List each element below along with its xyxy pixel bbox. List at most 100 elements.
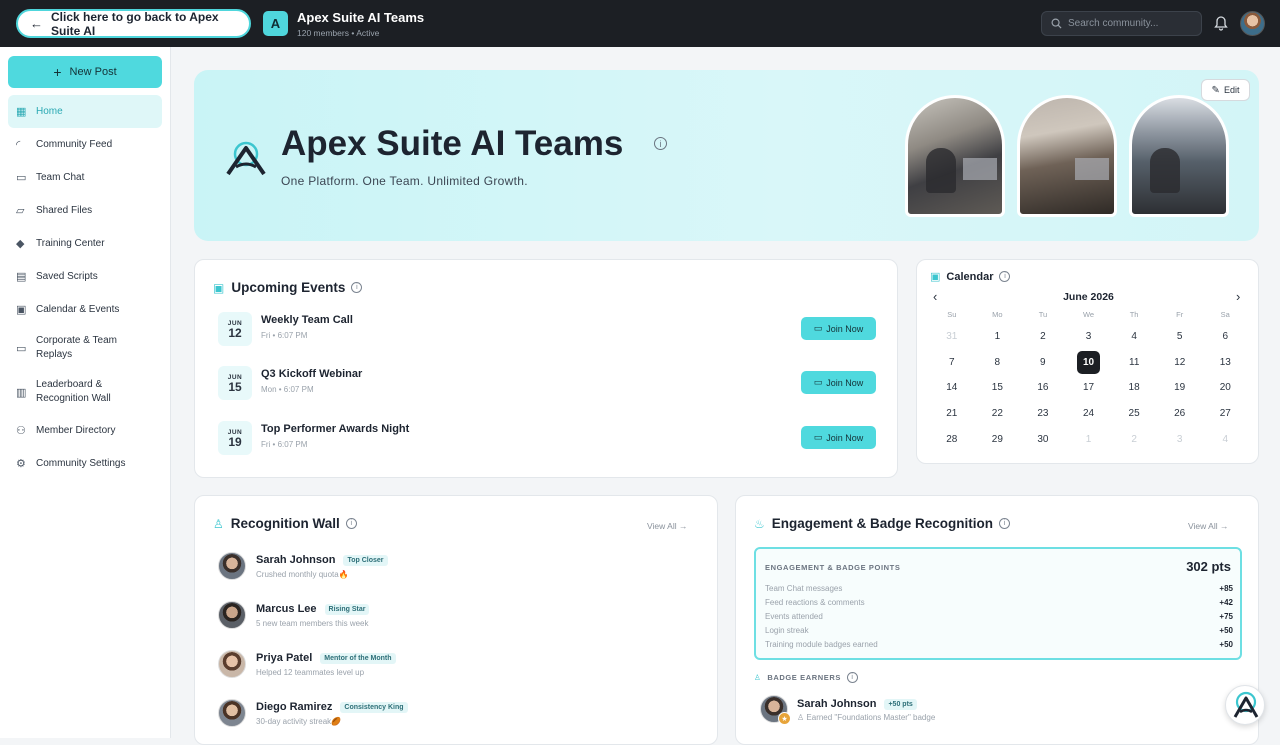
award-icon: ♙ — [797, 713, 805, 722]
points-panel: ENGAGEMENT & BADGE POINTS 302 pts Team C… — [754, 547, 1242, 660]
calendar-day[interactable]: 3 — [1066, 331, 1112, 342]
calendar-day[interactable]: 7 — [929, 357, 975, 368]
points-value: +50 — [1219, 626, 1233, 635]
calendar-day[interactable]: 11 — [1112, 357, 1158, 368]
calendar-day[interactable]: 19 — [1157, 382, 1203, 393]
points-row: Team Chat messages +85 — [765, 584, 1233, 598]
info-icon[interactable]: i — [654, 137, 667, 150]
calendar-day[interactable]: 6 — [1202, 331, 1248, 342]
bell-icon[interactable] — [1214, 15, 1228, 31]
folder-icon: ▱ — [16, 205, 25, 217]
calendar-day[interactable]: 1 — [1066, 434, 1112, 445]
join-now-button[interactable]: ▭ Join Now — [801, 371, 876, 394]
chevron-right-icon[interactable]: › — [1236, 289, 1240, 304]
calendar-day[interactable]: 4 — [1202, 434, 1248, 445]
sidebar-item-community-feed[interactable]: ◜ Community Feed — [8, 128, 162, 161]
sidebar-item-label: Leaderboard & Recognition Wall — [36, 379, 111, 404]
sidebar-item-calendar-events[interactable]: ▣ Calendar & Events — [8, 293, 162, 326]
event-time: Fri • 6:07 PM — [261, 440, 308, 449]
info-icon[interactable]: i — [846, 672, 858, 683]
rss-icon: ◜ — [16, 139, 21, 151]
calendar-day[interactable]: 25 — [1111, 408, 1157, 419]
calendar-weeks: 31 1 2 3 4 5 6 7 8 9 10 11 12 13 14 15 16 17 18 19 20 21 22 23 2… — [929, 324, 1248, 452]
sidebar-item-community-settings[interactable]: ⚙ Community Settings — [8, 447, 162, 480]
member-name: Marcus Lee Rising Star — [256, 603, 370, 615]
points-row: Feed reactions & comments +42 — [765, 598, 1233, 612]
calendar-day[interactable]: 29 — [975, 434, 1021, 445]
message-square-icon: ▤ — [16, 271, 27, 283]
video-icon: ▭ — [813, 377, 823, 387]
calendar-day[interactable]: 20 — [1202, 382, 1248, 393]
calendar-day[interactable]: 30 — [1020, 434, 1066, 445]
calendar-day[interactable]: 18 — [1111, 382, 1157, 393]
sidebar-item-shared-files[interactable]: ▱ Shared Files — [8, 194, 162, 227]
upcoming-events-card: ▣ Upcoming Events i JUN 12 Weekly Team Ca… — [194, 259, 898, 478]
calendar-day[interactable]: 24 — [1066, 408, 1112, 419]
calendar-day[interactable]: 13 — [1203, 357, 1249, 368]
points-row: Events attended +75 — [765, 612, 1233, 626]
edit-button[interactable]: ✎ Edit — [1201, 79, 1250, 101]
calendar-day[interactable]: 28 — [929, 434, 975, 445]
calendar-day[interactable]: 2 — [1111, 434, 1157, 445]
calendar-day[interactable]: 23 — [1020, 408, 1066, 419]
event-date: JUN 12 — [218, 312, 252, 346]
hero-banner: Apex Suite AI Teams i One Platform. One … — [194, 70, 1259, 241]
calendar-day[interactable]: 2 — [1020, 331, 1066, 342]
recognition-note: 30-day activity streak🏉 — [256, 717, 342, 726]
calendar-day[interactable]: 26 — [1157, 408, 1203, 419]
apex-assistant-button[interactable] — [1225, 685, 1265, 725]
sidebar-item-member-directory[interactable]: ⚇ Member Directory — [8, 414, 162, 447]
join-now-button[interactable]: ▭ Join Now — [801, 317, 876, 340]
sidebar-item-saved-scripts[interactable]: ▤ Saved Scripts — [8, 260, 162, 293]
calendar-day[interactable]: 27 — [1202, 408, 1248, 419]
points-label: Team Chat messages — [765, 584, 843, 593]
calendar-day[interactable]: 4 — [1111, 331, 1157, 342]
new-post-button[interactable]: + New Post — [8, 56, 162, 88]
earner-note-text: Earned "Foundations Master" badge — [806, 713, 936, 722]
recognition-tag: Top Closer — [343, 554, 388, 566]
sidebar-item-label: Member Directory — [36, 424, 116, 436]
sidebar-item-training-center[interactable]: ◆ Training Center — [8, 227, 162, 260]
info-icon[interactable]: i — [999, 518, 1011, 529]
calendar-day[interactable]: 3 — [1157, 434, 1203, 445]
calendar-day[interactable]: 5 — [1157, 331, 1203, 342]
sidebar-item-replays[interactable]: ▭ Corporate & Team Replays — [8, 326, 162, 370]
join-now-button[interactable]: ▭ Join Now — [801, 426, 876, 449]
calendar-day[interactable]: 17 — [1066, 382, 1112, 393]
calendar-day[interactable]: 14 — [929, 382, 975, 393]
pencil-icon: ✎ — [1211, 84, 1220, 96]
bar-chart-icon: ▥ — [16, 386, 27, 399]
view-all-link[interactable]: View All → — [1188, 521, 1228, 531]
search-box[interactable] — [1041, 11, 1202, 36]
calendar-day-selected[interactable]: 10 — [1077, 350, 1100, 374]
calendar-day[interactable]: 31 — [929, 331, 975, 342]
search-icon — [1051, 18, 1062, 29]
calendar-day[interactable]: 16 — [1020, 382, 1066, 393]
view-all-link[interactable]: View All → — [647, 521, 687, 531]
weekday-label: We — [1082, 310, 1095, 319]
hero-photo-2 — [1017, 95, 1117, 217]
info-icon[interactable]: i — [351, 282, 363, 293]
engagement-card: ♨ Engagement & Badge Recognition i View … — [735, 495, 1259, 745]
arrow-right-icon: → — [1219, 521, 1229, 531]
sidebar-item-team-chat[interactable]: ▭ Team Chat — [8, 161, 162, 194]
calendar-day[interactable]: 9 — [1020, 357, 1066, 368]
member-name-text: Diego Ramirez — [256, 701, 333, 713]
user-avatar[interactable] — [1240, 11, 1265, 36]
calendar-day[interactable]: 12 — [1157, 357, 1203, 368]
calendar-day[interactable]: 8 — [975, 357, 1021, 368]
recognition-title: Recognition Wall — [230, 516, 340, 531]
event-day: 12 — [228, 325, 242, 340]
sidebar-item-leaderboard[interactable]: ▥ Leaderboard & Recognition Wall — [8, 370, 162, 414]
calendar-day[interactable]: 1 — [975, 331, 1021, 342]
sidebar-item-home[interactable]: ▦ Home — [8, 95, 162, 128]
info-icon[interactable]: i — [345, 518, 357, 529]
search-input[interactable] — [1068, 18, 1193, 29]
back-to-apex-button[interactable]: ← Click here to go back to Apex Suite AI — [16, 9, 251, 38]
gear-icon: ⚙ — [16, 458, 26, 470]
info-icon[interactable]: i — [999, 271, 1011, 282]
calendar-day[interactable]: 15 — [975, 382, 1021, 393]
calendar-day[interactable]: 21 — [929, 408, 975, 419]
calendar-day[interactable]: 22 — [975, 408, 1021, 419]
chevron-left-icon[interactable]: ‹ — [933, 289, 937, 304]
